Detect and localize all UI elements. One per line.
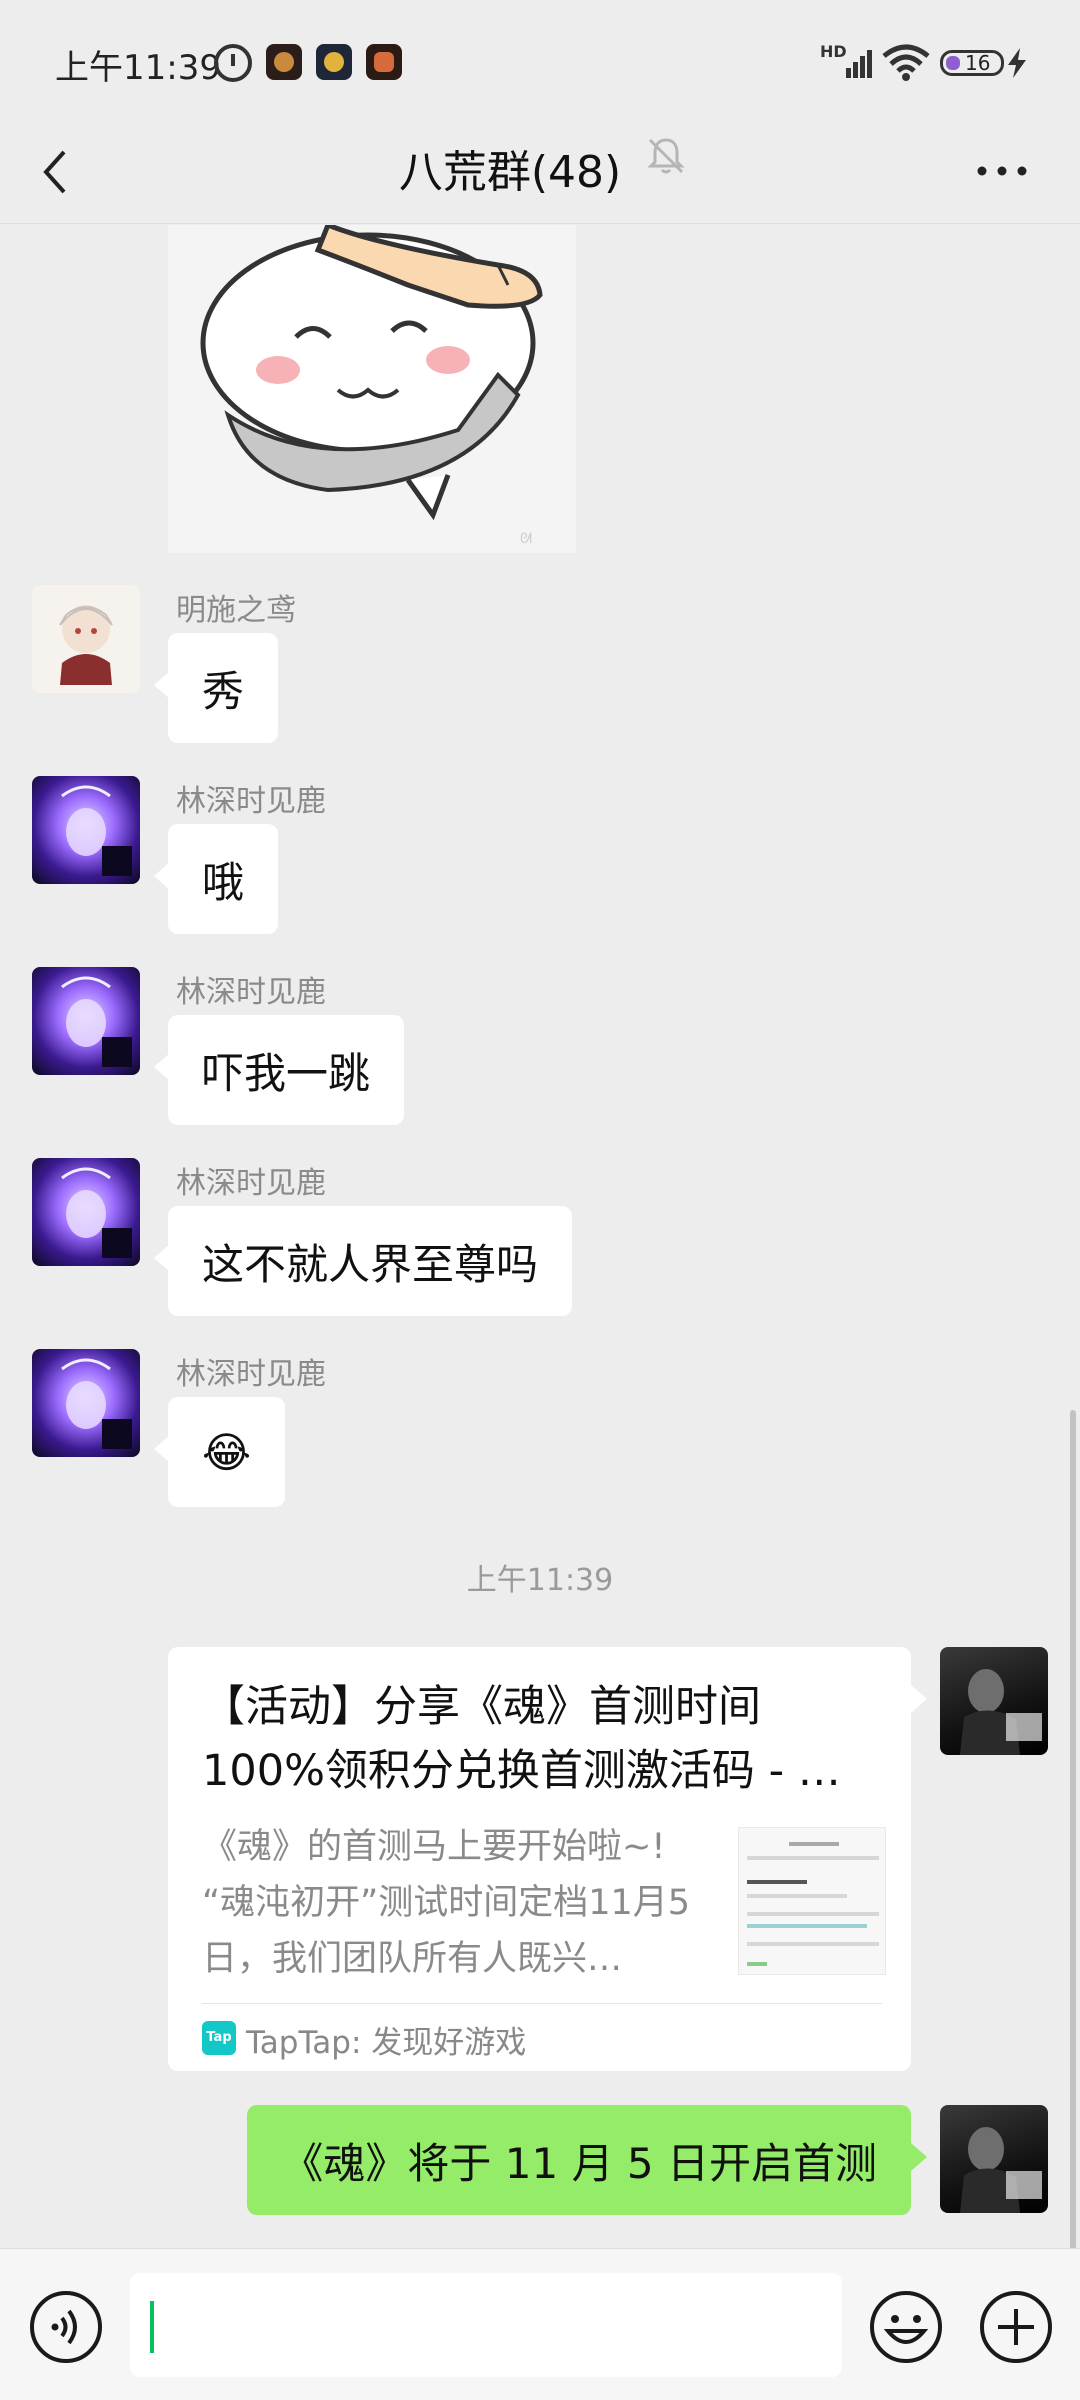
- link-description: 《魂》的首测马上要开始啦~! “魂沌初开”测试时间定档11月5日，我们团队所有人…: [202, 1827, 691, 1979]
- notification-app-icon: [366, 44, 402, 80]
- message-bubble[interactable]: 吓我一跳: [153, 1015, 405, 1125]
- link-source: TapTap: 发现好游戏: [246, 2025, 527, 2061]
- message-bubble[interactable]: 哦: [153, 824, 279, 934]
- sender-name: 林深时见鹿: [176, 1166, 326, 1201]
- signal-icon: [846, 50, 872, 78]
- svg-text:ᘛ: ᘛ: [520, 531, 532, 547]
- battery-fill: [946, 56, 960, 70]
- link-title: 【活动】分享《魂》首测时间100%领积分兑换首测激活码 - …: [202, 1682, 841, 1796]
- voice-input-icon[interactable]: [28, 2289, 104, 2365]
- avatar[interactable]: [32, 585, 140, 693]
- emoji-icon[interactable]: [868, 2289, 944, 2365]
- message-bubble[interactable]: 😂: [153, 1397, 286, 1507]
- battery-icon: 16: [940, 50, 1004, 76]
- taptap-logo-icon: Tap: [202, 2021, 236, 2055]
- my-avatar[interactable]: [940, 1647, 1048, 1755]
- status-time: 上午11:39: [55, 48, 221, 88]
- sender-name: 林深时见鹿: [176, 784, 326, 819]
- shared-link-card[interactable]: 【活动】分享《魂》首测时间100%领积分兑换首测激活码 - … 《魂》的首测马上…: [168, 1647, 927, 2071]
- notification-app-icon: [316, 44, 352, 80]
- sender-name: 林深时见鹿: [176, 975, 326, 1010]
- plus-icon[interactable]: [978, 2289, 1054, 2365]
- sticker-image[interactable]: ᘛ: [168, 225, 576, 553]
- avatar[interactable]: [32, 967, 140, 1075]
- wifi-icon: [882, 44, 930, 81]
- battery-level: 16: [965, 51, 991, 75]
- charging-icon: [1008, 48, 1026, 78]
- cat-sticker-illustration: ᘛ: [168, 225, 576, 553]
- notification-app-icon: [266, 44, 302, 80]
- input-bar: [0, 2248, 1080, 2400]
- alarm-icon: [214, 44, 252, 82]
- more-options-icon[interactable]: [972, 146, 1032, 196]
- my-avatar[interactable]: [940, 2105, 1048, 2213]
- message-bubble[interactable]: 秀: [153, 633, 279, 743]
- card-divider: [202, 2003, 882, 2004]
- text-cursor: [150, 2301, 154, 2353]
- status-bar: 上午11:39 HD 16: [0, 0, 1080, 120]
- chat-title: 八荒群(48): [398, 147, 622, 198]
- chat-message-list[interactable]: ᘛ 明施之鸢 秀 林深时见鹿 哦 林深时见鹿 吓我一跳 林深时见鹿 这不就人界至…: [0, 225, 1080, 2245]
- time-divider: 上午11:39: [466, 1563, 614, 1598]
- link-thumbnail: [738, 1827, 886, 1975]
- avatar[interactable]: [32, 776, 140, 884]
- mute-bell-icon: [647, 138, 685, 174]
- chat-header: 八荒群(48): [0, 120, 1080, 224]
- avatar[interactable]: [32, 1349, 140, 1457]
- message-bubble[interactable]: 这不就人界至尊吗: [153, 1206, 573, 1316]
- avatar[interactable]: [32, 1158, 140, 1266]
- sender-name: 林深时见鹿: [176, 1357, 326, 1392]
- my-message-bubble[interactable]: 《魂》将于 11 月 5 日开启首测: [247, 2105, 927, 2215]
- sender-name: 明施之鸢: [176, 593, 296, 628]
- message-input[interactable]: [130, 2273, 842, 2377]
- scrollbar[interactable]: [1070, 1410, 1076, 2250]
